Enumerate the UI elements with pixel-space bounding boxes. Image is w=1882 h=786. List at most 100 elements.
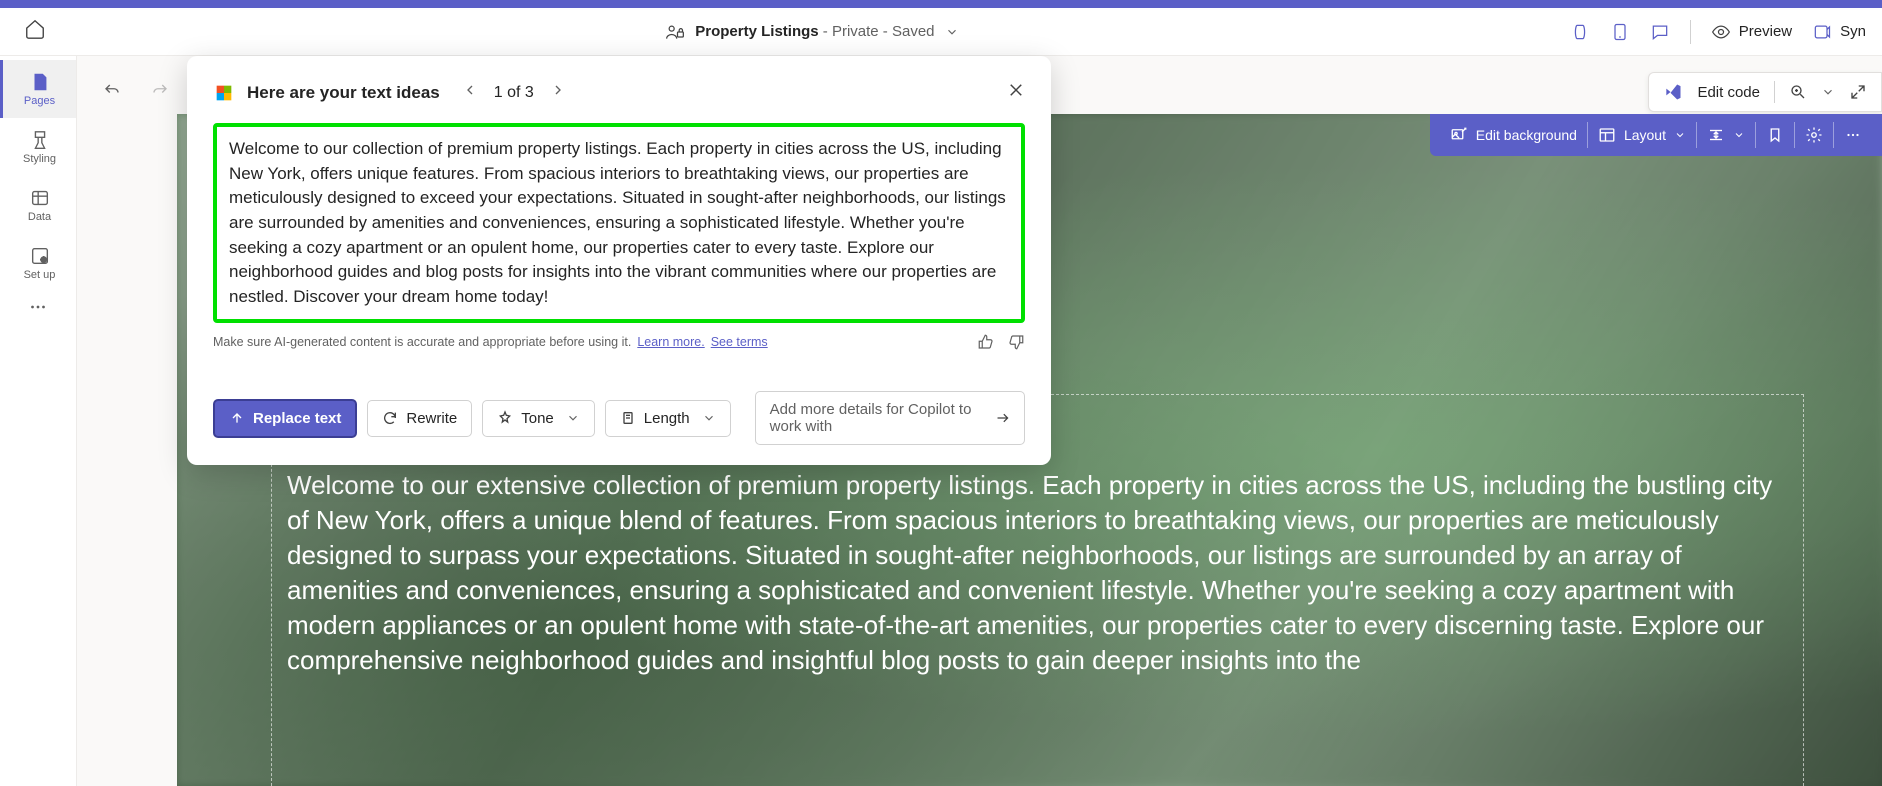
tone-button[interactable]: Tone (482, 400, 595, 437)
replace-label: Replace text (253, 410, 341, 427)
rail-pages[interactable]: Pages (0, 60, 76, 118)
pager-count: 1 of 3 (494, 84, 534, 102)
divider (1690, 20, 1691, 44)
disclaimer-row: Make sure AI-generated content is accura… (213, 333, 1025, 351)
edit-code-bar: Edit code (1648, 72, 1882, 112)
thumbs-down-icon[interactable] (1007, 333, 1025, 351)
left-navigation-rail: Pages Styling Data Set up (0, 56, 77, 786)
brush-icon (29, 129, 51, 151)
idea-pager: 1 of 3 (458, 78, 570, 107)
pages-icon (29, 71, 51, 93)
undo-icon (103, 82, 121, 100)
close-icon (1007, 81, 1025, 99)
layout-icon (1598, 126, 1616, 144)
tone-icon (497, 410, 513, 426)
main-layout: Pages Styling Data Set up (0, 56, 1882, 786)
more-icon (1844, 126, 1862, 144)
feedback-thumbs (977, 333, 1025, 351)
chevron-down-icon (1733, 129, 1745, 141)
see-terms-link[interactable]: See terms (711, 335, 768, 349)
tablet-icon[interactable] (1610, 22, 1630, 42)
tone-label: Tone (521, 410, 554, 427)
chevron-down-icon (702, 411, 716, 425)
sync-button[interactable]: Syn (1812, 22, 1866, 42)
copilot-text-ideas-popup: Here are your text ideas 1 of 3 Welcome … (187, 56, 1051, 465)
window-top-stripe (0, 0, 1882, 8)
copilot-logo-icon (213, 82, 235, 104)
settings-button[interactable] (1795, 114, 1833, 156)
home-button[interactable] (16, 10, 54, 53)
spacing-icon (1707, 126, 1725, 144)
edit-background-button[interactable]: Edit background (1440, 114, 1587, 156)
chevron-down-icon (566, 411, 580, 425)
next-idea-button[interactable] (546, 78, 570, 107)
replace-text-button[interactable]: Replace text (213, 399, 357, 438)
header-actions: Preview Syn (1570, 20, 1866, 44)
eye-icon (1711, 22, 1731, 42)
chevron-down-icon (1674, 129, 1686, 141)
layout-button[interactable]: Layout (1588, 114, 1696, 156)
rail-styling[interactable]: Styling (0, 118, 76, 176)
copilot-header-icon[interactable] (1570, 22, 1590, 42)
content-area: Edit code Edit background Layout (77, 56, 1882, 786)
preview-label: Preview (1739, 23, 1792, 40)
rewrite-button[interactable]: Rewrite (367, 400, 472, 437)
doc-status: - Private - Saved (819, 23, 935, 40)
close-popup-button[interactable] (1007, 81, 1025, 104)
length-icon (620, 410, 636, 426)
chevron-right-icon (550, 82, 566, 98)
preview-button[interactable]: Preview (1711, 22, 1792, 42)
arrow-right-icon (995, 409, 1010, 427)
home-icon (24, 18, 46, 40)
popup-action-row: Replace text Rewrite Tone Length (213, 391, 1025, 445)
undo-button[interactable] (97, 76, 127, 111)
rail-styling-label: Styling (23, 153, 56, 165)
doc-title: Property Listings (695, 23, 818, 40)
rail-setup-label: Set up (24, 269, 56, 281)
refresh-icon (382, 410, 398, 426)
zoom-icon[interactable] (1789, 83, 1807, 101)
chevron-down-icon[interactable] (1821, 85, 1835, 99)
rail-more[interactable] (27, 296, 49, 323)
bookmark-icon (1766, 126, 1784, 144)
insert-up-icon (229, 410, 245, 426)
document-title-area[interactable]: Property Listings - Private - Saved (54, 22, 1570, 42)
popup-header: Here are your text ideas 1 of 3 (213, 78, 1025, 107)
redo-button[interactable] (145, 76, 175, 111)
length-button[interactable]: Length (605, 400, 731, 437)
more-button[interactable] (1834, 114, 1872, 156)
edit-bg-label: Edit background (1476, 127, 1577, 143)
learn-more-link[interactable]: Learn more. (637, 335, 704, 349)
comment-icon[interactable] (1650, 22, 1670, 42)
rail-data-label: Data (28, 211, 51, 223)
rewrite-label: Rewrite (406, 410, 457, 427)
layout-label: Layout (1624, 127, 1666, 143)
collapse-icon[interactable] (1849, 83, 1867, 101)
generated-text[interactable]: Welcome to our collection of premium pro… (229, 137, 1009, 309)
divider (1774, 81, 1775, 103)
vscode-icon (1663, 82, 1683, 102)
edit-code-label[interactable]: Edit code (1697, 84, 1760, 101)
disclaimer-text: Make sure AI-generated content is accura… (213, 335, 631, 349)
length-label: Length (644, 410, 690, 427)
sync-icon (1812, 22, 1832, 42)
chevron-down-icon[interactable] (945, 25, 959, 39)
bookmark-button[interactable] (1756, 114, 1794, 156)
gear-icon (1805, 126, 1823, 144)
rail-setup[interactable]: Set up (0, 234, 76, 292)
more-icon (27, 296, 49, 318)
prev-idea-button[interactable] (458, 78, 482, 107)
section-context-toolbar: Edit background Layout (1430, 114, 1882, 156)
details-placeholder: Add more details for Copilot to work wit… (770, 401, 995, 435)
people-lock-icon (665, 22, 685, 42)
thumbs-up-icon[interactable] (977, 333, 995, 351)
sync-label: Syn (1840, 23, 1866, 40)
table-icon (29, 187, 51, 209)
generated-text-highlight: Welcome to our collection of premium pro… (213, 123, 1025, 323)
copilot-details-input[interactable]: Add more details for Copilot to work wit… (755, 391, 1025, 445)
app-header: Property Listings - Private - Saved Prev… (0, 8, 1882, 56)
spacing-button[interactable] (1697, 114, 1755, 156)
chevron-left-icon (462, 82, 478, 98)
rail-data[interactable]: Data (0, 176, 76, 234)
hero-body-text: Welcome to our extensive collection of p… (287, 468, 1792, 679)
